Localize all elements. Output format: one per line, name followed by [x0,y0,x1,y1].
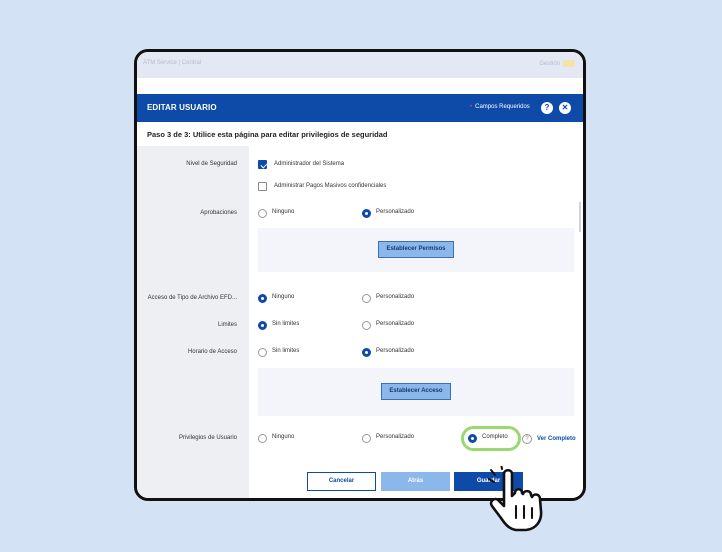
file-type-none-radio[interactable] [258,294,267,303]
schedule-none-radio[interactable] [258,348,267,357]
privileges-custom-label: Personalizado [376,434,415,440]
privileges-complete-radio[interactable] [468,434,477,443]
privileges-complete-label: Completo [482,434,508,440]
cancel-button[interactable]: Cancelar [307,472,376,491]
close-icon[interactable]: ✕ [559,102,571,114]
top-bar-right: Gestión [539,60,575,67]
user-privileges-label: Privilegios de Usuario [178,435,237,441]
file-type-none-label: Ninguno [272,294,295,300]
approvals-none-radio[interactable] [258,209,267,218]
security-level-label: Nivel de Seguridad [186,161,237,167]
hand-pointer-icon [488,466,543,532]
help-icon[interactable]: ? [541,102,553,114]
required-star-icon: • [470,104,473,110]
mass-payments-label: Administrar Pagos Masivos confidenciales [274,183,387,189]
set-permissions-button[interactable]: Establecer Permisos [378,241,454,258]
privileges-none-radio[interactable] [258,434,267,443]
tablet-frame: ATM Service | Central Gestión EDITAR USU… [134,49,586,501]
top-bar: ATM Service | Central Gestión [137,52,583,78]
access-schedule-label: Horario de Acceso [187,349,237,355]
limits-custom-label: Personalizado [376,321,415,327]
file-type-custom-radio[interactable] [362,294,371,303]
file-type-access-label: Acceso de Tipo de Archivo EFD... [147,295,237,301]
set-access-button[interactable]: Establecer Acceso [381,383,451,400]
limits-none-radio[interactable] [258,321,267,330]
approvals-custom-label: Personalizado [376,209,415,215]
privileges-custom-radio[interactable] [362,434,371,443]
privileges-help-icon[interactable]: ? [522,434,532,444]
back-button[interactable]: Atrás [381,472,450,491]
limits-custom-radio[interactable] [362,321,371,330]
user-badge[interactable] [563,60,575,67]
top-bar-title: ATM Service | Central [143,60,202,66]
approvals-label: Aprobaciones [200,210,237,216]
approvals-custom-radio[interactable] [362,209,371,218]
view-complete-link[interactable]: Ver Completo [537,436,576,442]
mass-payments-checkbox[interactable] [258,182,267,191]
schedule-none-label: Sin limites [272,348,300,354]
required-fields-note: • Campos Requeridos [470,104,530,110]
scrollbar[interactable] [579,202,581,232]
file-type-custom-label: Personalizado [376,294,415,300]
admin-system-checkbox[interactable] [258,160,267,169]
step-instructions: Paso 3 de 3: Utilice esta página para ed… [147,130,388,139]
schedule-custom-radio[interactable] [362,348,371,357]
approvals-none-label: Ninguno [272,209,295,215]
admin-system-label: Administrador del Sistema [274,161,345,167]
limits-label: Limites [217,322,237,328]
dialog-title: EDITAR USUARIO [147,103,217,112]
schedule-custom-label: Personalizado [376,348,415,354]
privileges-none-label: Ninguno [272,434,295,440]
dialog-header: EDITAR USUARIO • Campos Requeridos ? ✕ [137,94,583,122]
limits-none-label: Sin limites [272,321,300,327]
